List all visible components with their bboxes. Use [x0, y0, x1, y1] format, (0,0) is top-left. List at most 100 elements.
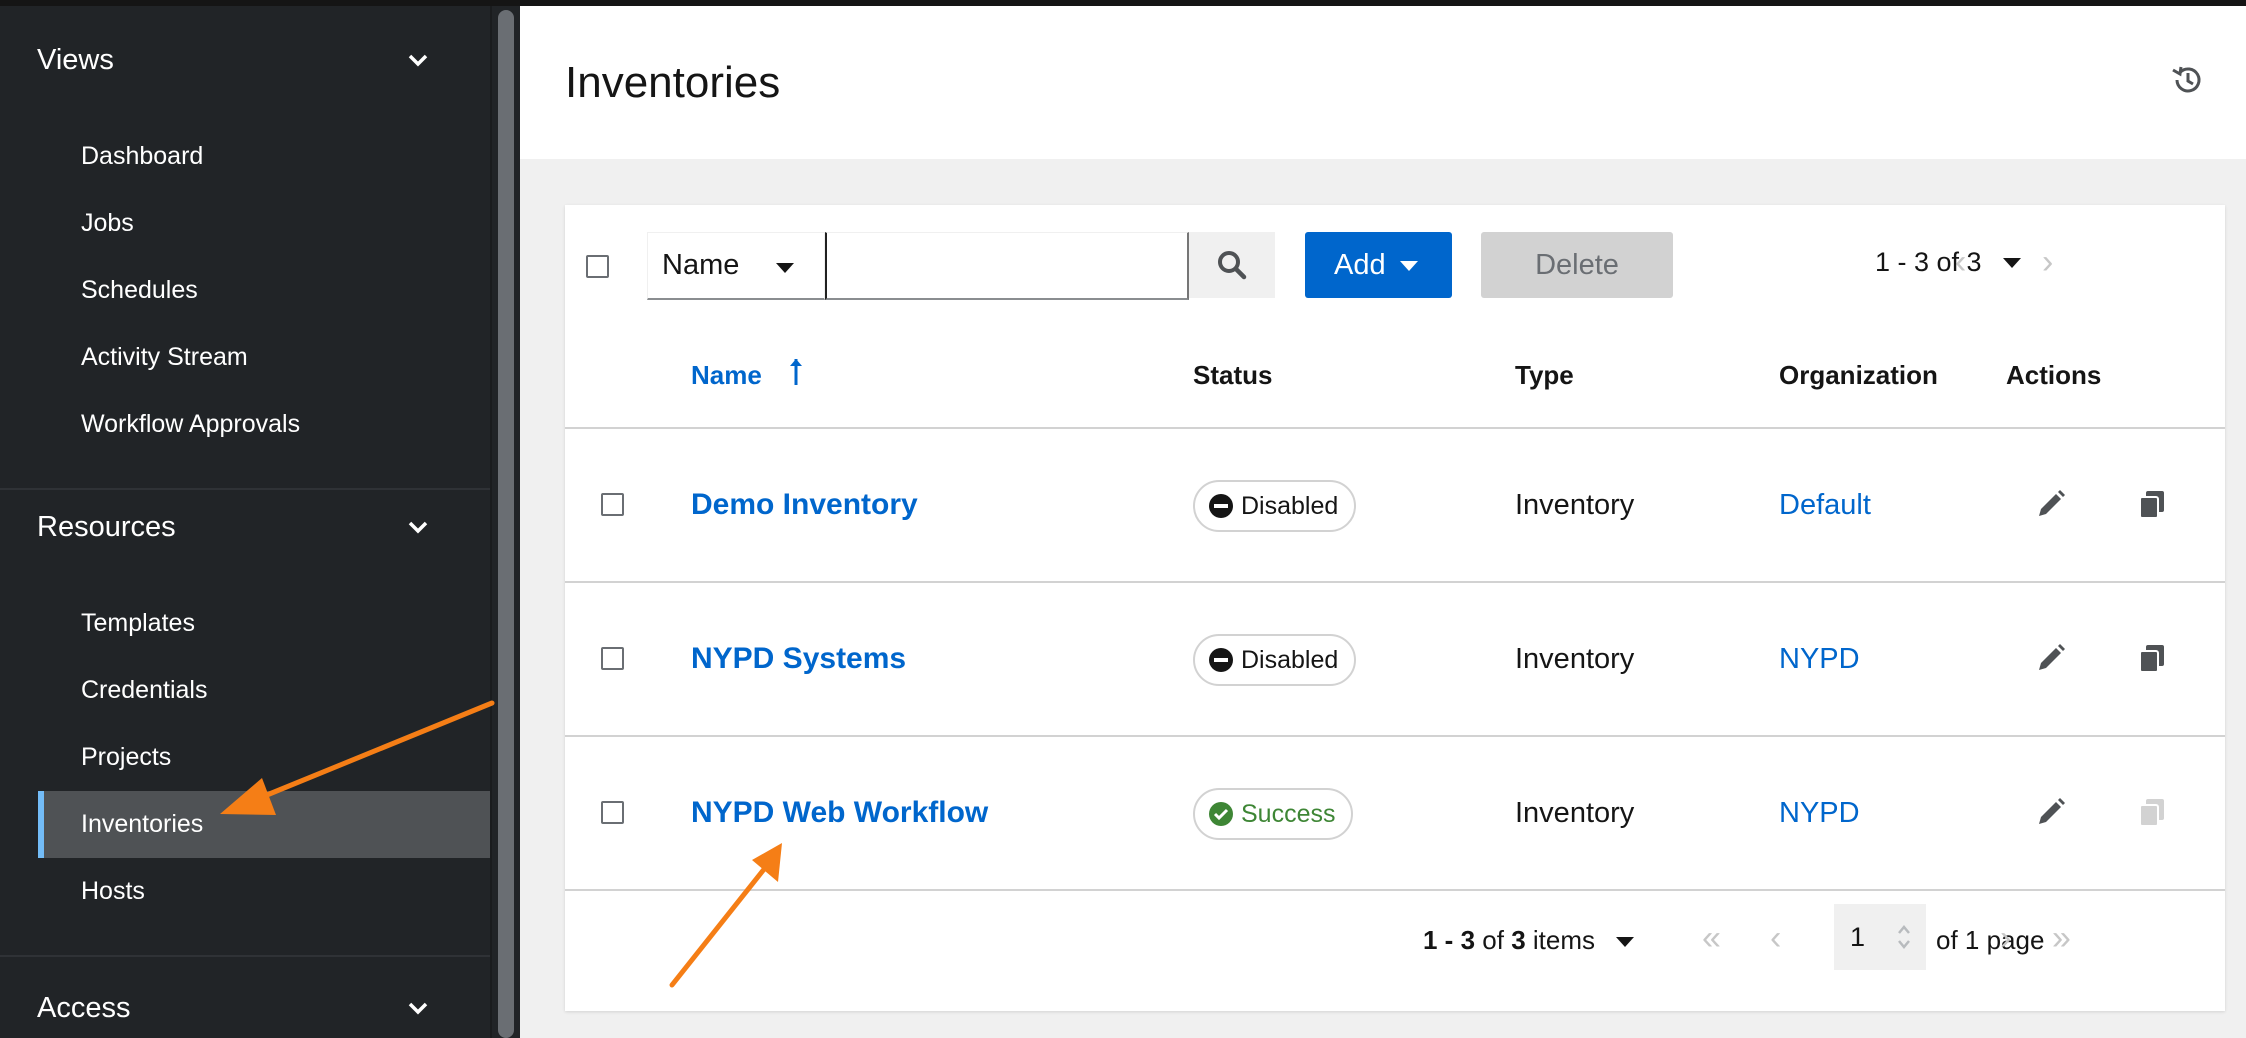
add-button-label: Add: [1334, 248, 1386, 281]
row-checkbox[interactable]: [601, 647, 624, 670]
copy-icon[interactable]: [2136, 488, 2168, 520]
pagination-range: 1 - 3: [1423, 925, 1476, 955]
organization-link[interactable]: NYPD: [1779, 643, 1860, 676]
nav-group-label: Access: [37, 991, 131, 1024]
row-checkbox[interactable]: [601, 801, 624, 824]
last-page-icon[interactable]: »: [2052, 921, 2071, 955]
nav-group-label: Resources: [37, 510, 176, 543]
pagination-items: items: [1532, 925, 1596, 955]
row-divider: [565, 427, 2225, 429]
pagination-total: 3: [1511, 925, 1526, 955]
sidebar-item-workflow-approvals[interactable]: Workflow Approvals: [38, 391, 490, 458]
sidebar-item-label: Dashboard: [81, 142, 204, 170]
sidebar-item-inventories[interactable]: Inventories: [38, 791, 490, 858]
status-badge: Success: [1193, 788, 1354, 840]
sort-ascending-icon[interactable]: [788, 357, 804, 387]
caret-down-icon: [776, 263, 794, 273]
sidebar-item-projects[interactable]: Projects: [38, 724, 490, 791]
inventories-table-card: Name Add Delete 1 - 3 of 3 ‹ › Name Stat…: [565, 205, 2225, 1011]
column-header-actions: Actions: [2006, 360, 2102, 390]
page-number-value: 1: [1850, 921, 1866, 952]
search-input[interactable]: [825, 232, 1189, 300]
sidebar-item-credentials[interactable]: Credentials: [38, 657, 490, 724]
chevron-down-icon: [408, 54, 428, 67]
edit-pencil-icon[interactable]: [2035, 488, 2067, 520]
sidebar-item-dashboard[interactable]: Dashboard: [38, 123, 490, 190]
status-badge: Disabled: [1193, 480, 1357, 532]
footer-pagination-toggle[interactable]: 1 - 3 of 3 items: [1423, 925, 1635, 956]
status-badge: Disabled: [1193, 634, 1357, 686]
page-header: Inventories: [520, 6, 2246, 159]
caret-down-icon: [2003, 258, 2021, 268]
sidebar-item-label: Projects: [81, 743, 172, 771]
sidebar-item-label: Jobs: [81, 209, 134, 237]
sidebar-item-schedules[interactable]: Schedules: [38, 257, 490, 324]
column-header-organization[interactable]: Organization: [1779, 360, 1938, 391]
copy-icon[interactable]: [2136, 642, 2168, 674]
row-divider: [565, 889, 2225, 891]
sidebar-item-label: Hosts: [81, 877, 145, 905]
next-page-icon[interactable]: ›: [2042, 245, 2053, 279]
delete-button[interactable]: Delete: [1481, 232, 1673, 298]
sidebar-item-label: Credentials: [81, 676, 208, 704]
status-label: Success: [1241, 799, 1336, 828]
sidebar-scrollbar-thumb[interactable]: [498, 10, 514, 1038]
prev-page-icon[interactable]: ‹: [1770, 921, 1781, 955]
search-icon: [1218, 251, 1247, 280]
page-title: Inventories: [565, 58, 781, 107]
spin-arrows-icon: [1898, 925, 1910, 949]
main-content: Inventories Name Add Delete 1 - 3 of 3 ‹…: [520, 6, 2246, 1038]
check-circle-icon: [1209, 802, 1233, 826]
column-header-type[interactable]: Type: [1515, 360, 1574, 391]
copy-icon: [2139, 799, 2164, 827]
edit-pencil-icon[interactable]: [2035, 796, 2067, 828]
sidebar-item-activity-stream[interactable]: Activity Stream: [38, 324, 490, 391]
caret-down-icon: [1400, 261, 1418, 271]
inventory-name-link[interactable]: Demo Inventory: [691, 488, 918, 522]
of-pages-label: of 1 page: [1936, 925, 2045, 955]
next-page-icon[interactable]: ›: [2000, 921, 2011, 955]
filter-select-value: Name: [662, 249, 740, 281]
column-header-name[interactable]: Name: [691, 360, 762, 391]
sidebar-item-label: Templates: [81, 609, 195, 637]
inventory-name-link[interactable]: NYPD Systems: [691, 642, 906, 676]
inventory-type: Inventory: [1515, 797, 1635, 829]
search-filter-select[interactable]: Name: [647, 232, 825, 300]
organization-link[interactable]: Default: [1779, 489, 1871, 522]
row-divider: [565, 581, 2225, 583]
sidebar-item-label: Inventories: [81, 810, 204, 838]
chevron-down-icon: [408, 1002, 428, 1015]
prev-page-icon[interactable]: ‹: [1955, 245, 1966, 279]
page-number-input[interactable]: 1: [1834, 904, 1926, 970]
disabled-icon: [1209, 648, 1233, 672]
history-icon[interactable]: [2170, 62, 2206, 98]
inventory-name-link[interactable]: NYPD Web Workflow: [691, 796, 988, 830]
disabled-icon: [1209, 494, 1233, 518]
first-page-icon[interactable]: «: [1702, 921, 1721, 955]
sidebar-item-label: Schedules: [81, 276, 198, 304]
sidebar-nav: Views Dashboard Jobs Schedules Activity …: [0, 6, 490, 1038]
sidebar-item-label: Workflow Approvals: [81, 410, 301, 438]
nav-group-views[interactable]: Views: [0, 20, 490, 100]
nav-group-access[interactable]: Access: [0, 968, 490, 1038]
sidebar-item-label: Activity Stream: [81, 343, 248, 371]
caret-down-icon: [1616, 937, 1635, 948]
column-header-status[interactable]: Status: [1193, 360, 1272, 391]
nav-group-resources[interactable]: Resources: [0, 487, 490, 567]
search-button[interactable]: [1189, 232, 1275, 298]
inventory-type: Inventory: [1515, 643, 1635, 675]
sidebar-item-hosts[interactable]: Hosts: [38, 858, 490, 925]
pagination-of: of: [1482, 925, 1504, 955]
organization-link[interactable]: NYPD: [1779, 797, 1860, 830]
edit-pencil-icon[interactable]: [2035, 642, 2067, 674]
row-divider: [565, 735, 2225, 737]
row-checkbox[interactable]: [601, 493, 624, 516]
sidebar-item-jobs[interactable]: Jobs: [38, 190, 490, 257]
add-button[interactable]: Add: [1305, 232, 1452, 298]
nav-group-label: Views: [37, 43, 114, 76]
inventory-type: Inventory: [1515, 489, 1635, 521]
select-all-checkbox[interactable]: [586, 255, 609, 278]
status-label: Disabled: [1241, 645, 1339, 674]
chevron-down-icon: [408, 521, 428, 534]
sidebar-item-templates[interactable]: Templates: [38, 590, 490, 657]
